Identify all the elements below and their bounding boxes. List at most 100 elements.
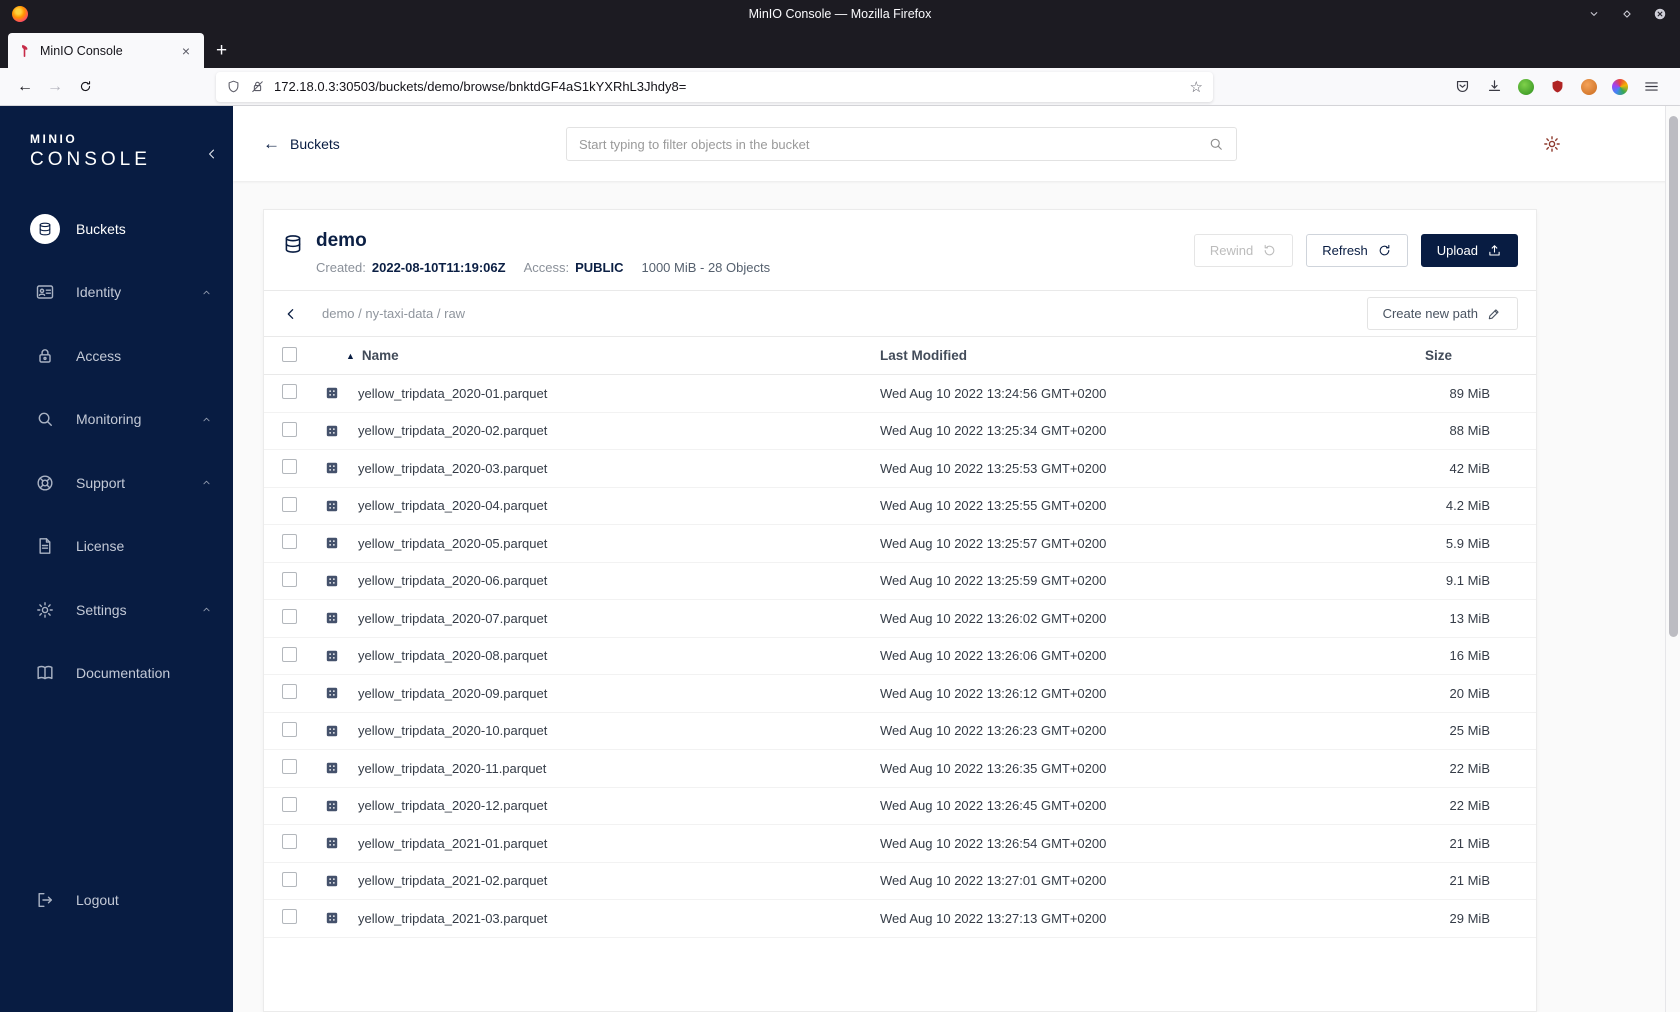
sidebar-item-access[interactable]: Access bbox=[0, 324, 233, 388]
window-minimize-icon[interactable] bbox=[1587, 7, 1601, 21]
table-row[interactable]: yellow_tripdata_2020-12.parquet Wed Aug … bbox=[264, 788, 1536, 825]
object-modified: Wed Aug 10 2022 13:26:35 GMT+0200 bbox=[880, 760, 1107, 776]
row-checkbox[interactable] bbox=[282, 421, 297, 437]
object-size: 22 MiB bbox=[1449, 798, 1490, 814]
sidebar-item-label: Access bbox=[76, 347, 122, 364]
table-row[interactable]: yellow_tripdata_2020-01.parquet Wed Aug … bbox=[264, 375, 1536, 413]
path-back-chevron-icon[interactable] bbox=[282, 305, 300, 323]
table-row[interactable]: yellow_tripdata_2021-01.parquet Wed Aug … bbox=[264, 825, 1536, 863]
sidebar-collapse-icon[interactable] bbox=[204, 146, 220, 162]
table-row[interactable]: yellow_tripdata_2020-07.parquet Wed Aug … bbox=[264, 600, 1536, 638]
row-checkbox[interactable] bbox=[282, 796, 297, 812]
column-name[interactable]: Name bbox=[362, 348, 399, 363]
table-row[interactable]: yellow_tripdata_2020-11.parquet Wed Aug … bbox=[264, 750, 1536, 788]
breadcrumb[interactable]: demo / ny-taxi-data / raw bbox=[322, 306, 465, 321]
row-checkbox[interactable] bbox=[282, 909, 297, 925]
refresh-button[interactable]: Refresh bbox=[1306, 234, 1408, 267]
table-row[interactable]: yellow_tripdata_2020-05.parquet Wed Aug … bbox=[264, 525, 1536, 563]
sidebar-item-support[interactable]: Support bbox=[0, 451, 233, 515]
table-row[interactable]: yellow_tripdata_2021-03.parquet Wed Aug … bbox=[264, 900, 1536, 938]
identity-icon bbox=[30, 277, 60, 307]
rewind-button[interactable]: Rewind bbox=[1193, 234, 1294, 267]
window-maximize-icon[interactable] bbox=[1620, 7, 1634, 21]
table-row[interactable]: yellow_tripdata_2020-03.parquet Wed Aug … bbox=[264, 450, 1536, 488]
url-bar[interactable]: 172.18.0.3:30503/buckets/demo/browse/bnk… bbox=[216, 71, 1213, 102]
ublock-shield-icon[interactable] bbox=[1549, 78, 1566, 95]
extension-pinwheel-icon[interactable] bbox=[1612, 78, 1628, 95]
table-row[interactable]: yellow_tripdata_2020-06.parquet Wed Aug … bbox=[264, 563, 1536, 600]
row-checkbox[interactable] bbox=[282, 871, 297, 887]
sidebar-item-buckets[interactable]: Buckets bbox=[0, 197, 233, 261]
object-modified: Wed Aug 10 2022 13:25:55 GMT+0200 bbox=[880, 498, 1107, 514]
object-file-icon bbox=[324, 610, 340, 626]
table-row[interactable]: yellow_tripdata_2020-09.parquet Wed Aug … bbox=[264, 675, 1536, 713]
object-modified: Wed Aug 10 2022 13:25:34 GMT+0200 bbox=[880, 423, 1107, 439]
bookmark-star-icon[interactable]: ☆ bbox=[1190, 78, 1203, 96]
select-all-checkbox[interactable] bbox=[282, 346, 297, 362]
settings-gear-icon[interactable] bbox=[1542, 134, 1562, 154]
browser-tab-minio-console[interactable]: MinIO Console × bbox=[8, 33, 204, 68]
new-tab-button[interactable]: + bbox=[216, 41, 227, 60]
sidebar-item-monitoring[interactable]: Monitoring bbox=[0, 388, 233, 452]
sidebar: MINIO CONSOLE Buckets Identity Access Monit… bbox=[0, 106, 233, 1012]
bucket-card: demo Created: 2022-08-10T11:19:06Z Acces… bbox=[263, 209, 1537, 1012]
window-close-icon[interactable] bbox=[1653, 7, 1667, 21]
table-row[interactable]: yellow_tripdata_2021-02.parquet Wed Aug … bbox=[264, 863, 1536, 900]
object-filter-search[interactable] bbox=[566, 127, 1237, 161]
browser-back-button[interactable]: ← bbox=[10, 73, 40, 101]
insecure-lock-icon[interactable] bbox=[250, 79, 265, 94]
sidebar-item-logout[interactable]: Logout bbox=[0, 869, 233, 933]
table-row[interactable]: yellow_tripdata_2020-08.parquet Wed Aug … bbox=[264, 638, 1536, 675]
sidebar-item-documentation[interactable]: Documentation bbox=[0, 642, 233, 706]
row-checkbox[interactable] bbox=[282, 646, 297, 662]
window-title: MinIO Console — Mozilla Firefox bbox=[748, 6, 932, 21]
table-row[interactable]: yellow_tripdata_2020-04.parquet Wed Aug … bbox=[264, 488, 1536, 525]
row-checkbox[interactable] bbox=[282, 496, 297, 512]
object-file-icon bbox=[324, 535, 340, 551]
browser-scrollbar[interactable] bbox=[1665, 106, 1680, 1012]
object-size: 13 MiB bbox=[1449, 610, 1490, 626]
tab-title: MinIO Console bbox=[40, 43, 123, 58]
object-name: yellow_tripdata_2021-03.parquet bbox=[358, 910, 548, 926]
table-row[interactable]: yellow_tripdata_2020-02.parquet Wed Aug … bbox=[264, 413, 1536, 450]
row-checkbox[interactable] bbox=[282, 684, 297, 700]
column-last-modified: Last Modified bbox=[880, 348, 967, 363]
object-file-icon bbox=[324, 460, 340, 476]
browser-tabbar: MinIO Console × + bbox=[0, 27, 1680, 68]
row-checkbox[interactable] bbox=[282, 609, 297, 625]
create-new-path-button[interactable]: Create new path bbox=[1366, 297, 1518, 330]
sidebar-item-identity[interactable]: Identity bbox=[0, 261, 233, 325]
downloads-icon[interactable] bbox=[1486, 78, 1503, 95]
sort-asc-icon[interactable]: ▲ bbox=[346, 351, 355, 361]
logo-console-text: CONSOLE bbox=[30, 149, 151, 170]
buckets-back-link[interactable]: ← Buckets bbox=[263, 135, 340, 152]
sidebar-item-license[interactable]: License bbox=[0, 515, 233, 579]
hamburger-menu-icon[interactable] bbox=[1643, 78, 1660, 95]
row-checkbox[interactable] bbox=[282, 459, 297, 475]
url-text[interactable]: 172.18.0.3:30503/buckets/demo/browse/bnk… bbox=[274, 79, 1181, 94]
object-modified: Wed Aug 10 2022 13:25:57 GMT+0200 bbox=[880, 535, 1107, 551]
row-checkbox[interactable] bbox=[282, 571, 297, 587]
search-input[interactable] bbox=[579, 136, 1198, 152]
tracking-shield-icon[interactable] bbox=[226, 79, 241, 94]
extension-green-icon[interactable] bbox=[1518, 78, 1534, 95]
back-link-label: Buckets bbox=[290, 135, 340, 152]
row-checkbox[interactable] bbox=[282, 534, 297, 550]
object-name: yellow_tripdata_2020-09.parquet bbox=[358, 685, 548, 701]
upload-button[interactable]: Upload bbox=[1420, 234, 1518, 267]
object-modified: Wed Aug 10 2022 13:26:06 GMT+0200 bbox=[880, 648, 1107, 664]
row-checkbox[interactable] bbox=[282, 384, 297, 400]
browser-forward-button[interactable]: → bbox=[40, 73, 70, 101]
tab-close-icon[interactable]: × bbox=[177, 43, 195, 59]
pocket-icon[interactable] bbox=[1454, 78, 1471, 95]
row-checkbox[interactable] bbox=[282, 834, 297, 850]
profile-avatar-icon[interactable] bbox=[1581, 78, 1597, 95]
table-row[interactable]: yellow_tripdata_2020-10.parquet Wed Aug … bbox=[264, 713, 1536, 750]
browser-reload-button[interactable] bbox=[70, 73, 100, 101]
row-checkbox[interactable] bbox=[282, 721, 297, 737]
object-name: yellow_tripdata_2020-07.parquet bbox=[358, 610, 548, 626]
object-file-icon bbox=[324, 798, 340, 814]
sidebar-item-settings[interactable]: Settings bbox=[0, 578, 233, 642]
row-checkbox[interactable] bbox=[282, 759, 297, 775]
scrollbar-thumb[interactable] bbox=[1669, 116, 1678, 637]
